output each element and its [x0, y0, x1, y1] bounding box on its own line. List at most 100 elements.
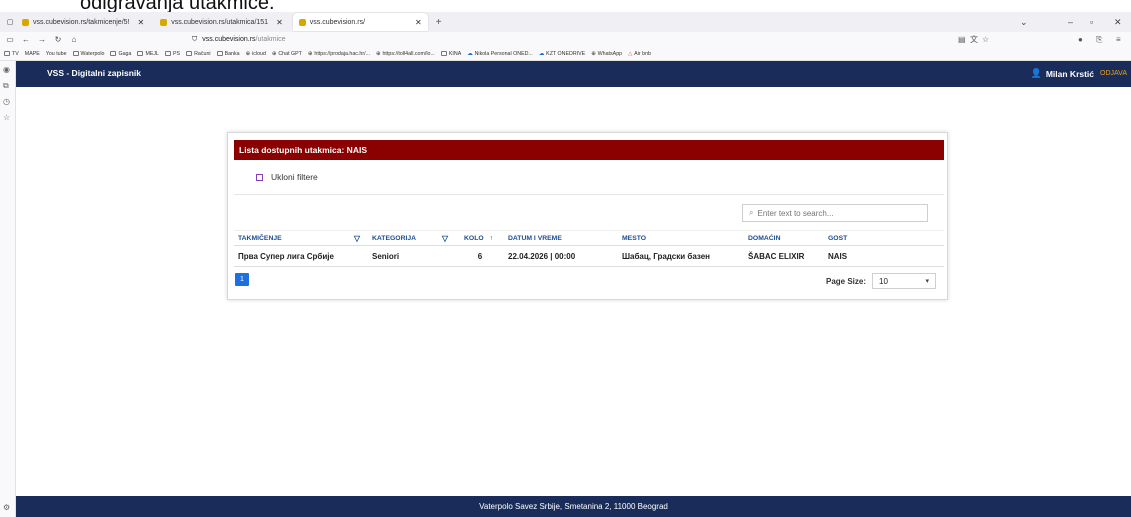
reader-icon[interactable]: ▤	[958, 32, 966, 47]
bookmark-item[interactable]: TV	[4, 51, 19, 57]
bookmark-item[interactable]: ☁ KZT ONEDRIVE	[539, 51, 585, 57]
card-heading: Lista dostupnih utakmica: NAIS	[234, 140, 944, 160]
chevron-down-icon[interactable]: ⌄	[1020, 12, 1028, 32]
column-header-competition[interactable]: TAKMIČENJE ▽	[234, 231, 368, 245]
clear-filters-button[interactable]: Ukloni filtere	[234, 160, 944, 195]
bookmark-item[interactable]: Banka	[216, 51, 240, 57]
app-footer: Vaterpolo Savez Srbije, Smetanina 2, 110…	[16, 496, 1131, 517]
sort-ascending-icon: ↑	[489, 235, 494, 242]
column-header-round[interactable]: KOLO ↑	[456, 231, 504, 245]
browser-tab-1[interactable]: vss.cubevision.rs/takmicenje/5! ✕	[16, 13, 150, 31]
cell-datetime: 22.04.2026 | 00:00	[508, 252, 576, 261]
bookmark-item[interactable]: △ Air bnb	[628, 51, 651, 57]
back-icon[interactable]: ←	[20, 35, 32, 44]
globe-icon: ⊕	[307, 50, 313, 57]
cell-competition: Прва Супер лига Србије	[238, 252, 334, 261]
column-header-category[interactable]: KATEGORIJA ▽	[368, 231, 456, 245]
forward-icon[interactable]: →	[36, 35, 48, 44]
bookmark-item[interactable]: Waterpolo	[72, 51, 104, 57]
bookmark-star-icon[interactable]: ☆	[3, 113, 10, 122]
bookmark-item[interactable]: MAPE	[25, 51, 40, 57]
table-header: TAKMIČENJE ▽ KATEGORIJA ▽ KOLO ↑ DATUM I VR…	[234, 230, 944, 246]
site-favicon-icon	[298, 18, 306, 26]
shield-icon: ⛉	[192, 35, 198, 43]
site-favicon-icon	[160, 18, 168, 26]
logout-link[interactable]: ODJAVA	[1100, 70, 1127, 77]
close-icon[interactable]: ✕	[415, 18, 422, 27]
menu-icon[interactable]: ≡	[1116, 32, 1121, 47]
bookmark-item[interactable]: ⊕ Chat GPT	[272, 51, 302, 57]
table-row[interactable]: Прва Супер лига Србије Seniori 6 22.04.2…	[234, 247, 944, 267]
reload-icon[interactable]: ↻	[52, 35, 64, 44]
bookmark-item[interactable]: ⊕ WhatsApp	[591, 51, 622, 57]
cell-guest: NAIS	[828, 252, 848, 261]
bookmark-item[interactable]: KINA	[440, 51, 461, 57]
bookmark-item[interactable]: ⊕ icloud	[246, 51, 266, 57]
bookmark-item[interactable]: PS	[165, 51, 180, 57]
tab-list-icon[interactable]: ▢	[4, 18, 16, 26]
new-tab-icon[interactable]: +	[436, 17, 442, 28]
filter-funnel-icon[interactable]: ▽	[442, 231, 448, 245]
browser-tab-3[interactable]: vss.cubevision.rs/ ✕	[292, 13, 428, 31]
clear-filters-label: Ukloni filtere	[271, 172, 318, 182]
translate-icon[interactable]: 文	[970, 32, 978, 47]
browser-tab-bar: ▢ vss.cubevision.rs/takmicenje/5! ✕ vss.…	[0, 12, 1131, 32]
screen: odigravanja utakmice. ▢ vss.cubevision.r…	[0, 0, 1131, 517]
bookmark-item[interactable]: ⊕ https://toll4all.com/lo...	[376, 51, 435, 57]
cell-category: Seniori	[372, 252, 400, 261]
user-name: Milan Krstić	[1045, 68, 1095, 79]
home-icon[interactable]: ⌂	[68, 35, 80, 44]
bookmark-item[interactable]: Gaga	[110, 51, 131, 57]
filter-funnel-icon[interactable]: ▽	[354, 231, 360, 245]
search-field[interactable]: ⌕	[742, 204, 928, 222]
profile-icon[interactable]: ●	[1078, 32, 1083, 47]
folder-icon	[110, 51, 117, 56]
bookmark-item[interactable]: ⊕ https://prodaja.hac.hr/...	[308, 51, 370, 57]
search-input[interactable]	[757, 208, 918, 218]
cell-venue: Шабац, Градски базен	[622, 252, 711, 261]
sidebar-toggle-icon[interactable]: ▭	[4, 35, 16, 44]
browser-toolbar: ▭ ← → ↻ ⌂ ⛉ vss.cubevision.rs/utakmice ▤…	[0, 32, 1131, 47]
folder-icon	[440, 51, 447, 56]
search-icon: ⌕	[749, 208, 754, 217]
close-icon[interactable]: ✕	[276, 18, 283, 27]
page-size-control: Page Size: 10 ▾	[826, 273, 937, 289]
minimize-icon[interactable]: –	[1068, 12, 1073, 32]
url-path: /utakmice	[255, 36, 286, 43]
column-header-venue[interactable]: MESTO	[618, 231, 744, 245]
address-bar[interactable]: ⛉ vss.cubevision.rs/utakmice	[192, 33, 972, 46]
page-size-label: Page Size:	[826, 276, 867, 286]
app-title: VSS - Digitalni zapisnik	[47, 68, 141, 78]
bookmark-item[interactable]: MEJL	[137, 51, 159, 57]
user-area: 👤 Milan Krstić ODJAVA	[1031, 68, 1127, 79]
column-header-guest[interactable]: GOST	[824, 231, 904, 245]
bookmark-item[interactable]: ☁ Nikola Personal ONED...	[467, 51, 533, 57]
page-size-value: 10	[879, 276, 888, 286]
extension-icon[interactable]: ◉	[3, 65, 10, 74]
bookmark-item[interactable]: You tube	[46, 51, 67, 57]
column-header-home[interactable]: DOMAĆIN	[744, 231, 824, 245]
extensions-icon[interactable]: ⎘	[1096, 32, 1102, 47]
restore-icon[interactable]: ▫	[1090, 12, 1093, 32]
bookmarks-bar: TV MAPE You tube Waterpolo Gaga MEJL PS …	[0, 47, 1131, 61]
page-size-select[interactable]: 10 ▾	[872, 273, 937, 289]
star-icon[interactable]: ☆	[982, 32, 989, 47]
folder-icon	[4, 51, 10, 56]
tab-title: vss.cubevision.rs/	[309, 18, 366, 26]
sidebar-settings-icon[interactable]: ⚙	[3, 503, 10, 512]
globe-icon: ⊕	[271, 50, 277, 57]
close-icon[interactable]: ✕	[137, 18, 144, 27]
bookmark-item[interactable]: Računi	[186, 51, 211, 57]
browser-tab-2[interactable]: vss.cubevision.rs/utakmica/151 ✕	[154, 13, 289, 31]
history-icon[interactable]: ◷	[3, 97, 10, 106]
page-button-current[interactable]: 1	[235, 273, 249, 286]
tabs-icon[interactable]: ⧉	[3, 81, 9, 91]
app-header: VSS - Digitalni zapisnik 👤 Milan Krstić …	[16, 61, 1131, 87]
globe-icon: ⊕	[591, 50, 596, 57]
window-close-icon[interactable]: ✕	[1114, 12, 1122, 32]
url-host: vss.cubevision.rs	[202, 36, 256, 43]
cloud-icon: ☁	[538, 50, 545, 57]
user-icon: 👤	[1030, 68, 1042, 78]
column-header-datetime[interactable]: DATUM I VREME	[504, 231, 618, 245]
browser-sidebar: ◉ ⧉ ◷ ☆ ⚙	[0, 61, 16, 517]
